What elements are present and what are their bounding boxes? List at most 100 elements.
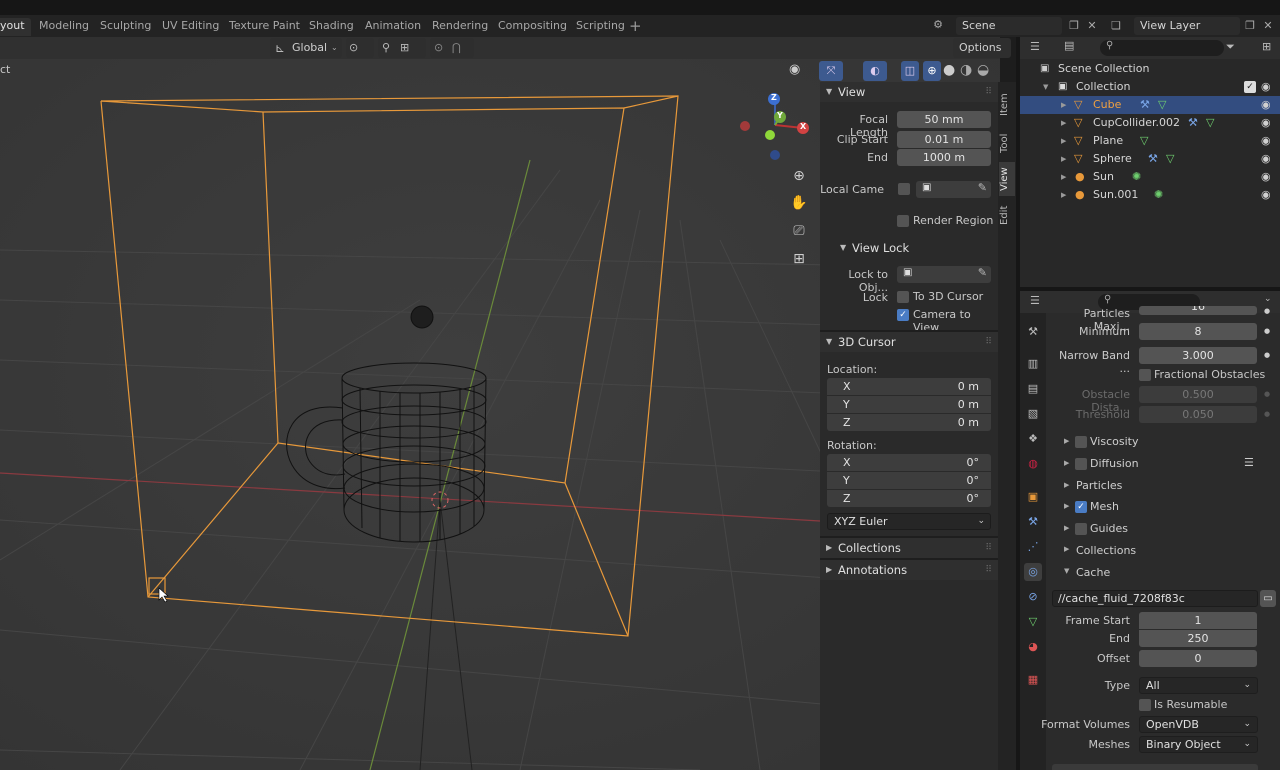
- physics-tab-icon[interactable]: ◎: [1024, 563, 1042, 581]
- particles-subpanel[interactable]: Particles: [1076, 479, 1122, 492]
- cursor-location-x[interactable]: X 0 m: [827, 378, 991, 395]
- overlay-toggle-icon[interactable]: ◐: [863, 61, 887, 81]
- chevron-right-icon[interactable]: ▶: [1061, 186, 1066, 204]
- material-tab-icon[interactable]: ◕: [1024, 638, 1042, 656]
- sun-light-data-icon[interactable]: ✺: [1132, 168, 1141, 186]
- mesh-data-icon[interactable]: ▽: [1166, 150, 1174, 168]
- eye-icon[interactable]: ◉: [1261, 150, 1271, 168]
- particles-tab-icon[interactable]: ⋰: [1024, 538, 1042, 556]
- eyedropper-icon[interactable]: ✎: [978, 266, 987, 279]
- chevron-right-icon[interactable]: ▶: [1064, 437, 1069, 445]
- modifier-wrench-icon[interactable]: ⚒: [1140, 96, 1150, 114]
- transform-orientation[interactable]: ⊾ Global ⌄: [270, 38, 342, 58]
- viscosity-checkbox[interactable]: [1075, 436, 1087, 448]
- bake-button-partial[interactable]: [1052, 764, 1258, 770]
- local-camera-checkbox[interactable]: [898, 183, 910, 195]
- eye-icon[interactable]: ◉: [1261, 168, 1271, 186]
- grip-icon[interactable]: ⠿: [985, 82, 992, 102]
- tab-modeling[interactable]: Modeling: [33, 18, 95, 36]
- obstacle-distance-field[interactable]: 0.500: [1139, 386, 1257, 403]
- frame-start-field[interactable]: 1: [1139, 612, 1257, 629]
- tab-animation[interactable]: Animation: [359, 18, 427, 36]
- mesh-data-icon[interactable]: ▽: [1158, 96, 1166, 114]
- constraints-tab-icon[interactable]: ⊘: [1024, 588, 1042, 606]
- filter-icon[interactable]: ⏷: [1226, 40, 1235, 54]
- material-shading-icon[interactable]: ◑: [960, 62, 972, 78]
- view-layer-selector[interactable]: View Layer: [1134, 17, 1240, 35]
- snap-controls[interactable]: ⚲ ⊞: [378, 38, 426, 58]
- eye-icon[interactable]: ◉: [1261, 78, 1271, 96]
- tab-uv-editing[interactable]: UV Editing: [156, 18, 225, 36]
- clip-start-field[interactable]: 0.01 m: [897, 131, 991, 148]
- outliner-search-input[interactable]: ⚲: [1100, 40, 1224, 56]
- chevron-down-icon[interactable]: ⌄: [1264, 294, 1272, 304]
- guides-checkbox[interactable]: [1075, 523, 1087, 535]
- outliner-item-sphere[interactable]: ▶ ▽ Sphere ⚒ ▽ ◉: [1020, 150, 1280, 168]
- cache-subpanel[interactable]: Cache: [1076, 566, 1110, 579]
- outliner-item-sun[interactable]: ▶ ● Sun ✺ ◉: [1020, 168, 1280, 186]
- lock-to-object-field[interactable]: ▣ ✎: [897, 266, 991, 283]
- meshes-format-dropdown[interactable]: Binary Object ⌄: [1139, 736, 1258, 753]
- exclude-checkbox[interactable]: ✓: [1244, 81, 1256, 93]
- minimum-field[interactable]: 8: [1139, 323, 1257, 340]
- tab-edit[interactable]: Edit: [999, 200, 1015, 230]
- tab-tool[interactable]: Tool: [999, 128, 1015, 158]
- pivot-point-dropdown[interactable]: ⊙: [346, 38, 374, 58]
- scene-icon[interactable]: ⚙: [930, 17, 946, 33]
- camera-to-view-checkbox[interactable]: ✓: [897, 309, 909, 321]
- grip-icon[interactable]: ⠿: [985, 332, 992, 352]
- collections-panel-header[interactable]: ▶ Collections ⠿: [820, 538, 998, 558]
- editor-type-icon[interactable]: ☰: [1030, 294, 1040, 307]
- modifier-wrench-icon[interactable]: ⚒: [1148, 150, 1158, 168]
- modifier-wrench-icon[interactable]: ⚒: [1188, 114, 1198, 132]
- chevron-right-icon[interactable]: ▶: [1061, 114, 1066, 132]
- outliner-collection[interactable]: ▼ ▣ Collection ✓ ◉: [1020, 78, 1280, 96]
- cursor-rotation-z[interactable]: Z 0°: [827, 490, 991, 507]
- keyframe-dot-icon[interactable]: ●: [1264, 327, 1270, 335]
- guides-subpanel[interactable]: Guides: [1090, 522, 1128, 535]
- chevron-right-icon[interactable]: ▶: [1064, 524, 1069, 532]
- keyframe-dot-icon[interactable]: ●: [1264, 410, 1270, 418]
- fractional-obstacles-checkbox[interactable]: [1139, 369, 1151, 381]
- chevron-right-icon[interactable]: ▶: [1061, 150, 1066, 168]
- gizmo-toggle-icon[interactable]: ⤧: [819, 61, 843, 81]
- close-icon[interactable]: ✕: [1260, 18, 1276, 34]
- frame-end-field[interactable]: 250: [1139, 630, 1257, 647]
- format-volumes-dropdown[interactable]: OpenVDB ⌄: [1139, 716, 1258, 733]
- tab-shading[interactable]: Shading: [303, 18, 360, 36]
- rendered-shading-icon[interactable]: ◒: [977, 62, 989, 78]
- keyframe-dot-icon[interactable]: ●: [1264, 390, 1270, 398]
- eye-icon[interactable]: ◉: [1261, 96, 1271, 114]
- new-collection-icon[interactable]: ⊞: [1262, 40, 1271, 53]
- presets-list-icon[interactable]: ☰: [1244, 456, 1254, 469]
- eye-icon[interactable]: ◉: [1261, 186, 1271, 204]
- add-workspace-button[interactable]: +: [629, 17, 642, 35]
- world-tab-icon[interactable]: ◍: [1024, 455, 1042, 473]
- collections-subpanel[interactable]: Collections: [1076, 544, 1136, 557]
- object-tab-icon[interactable]: ▣: [1024, 488, 1042, 506]
- cursor-location-y[interactable]: Y 0 m: [827, 396, 991, 413]
- 3d-cursor-panel-header[interactable]: ▼ 3D Cursor ⠿: [820, 332, 998, 352]
- solid-shading-icon[interactable]: ●: [943, 62, 955, 78]
- eye-icon[interactable]: ◉: [1261, 114, 1271, 132]
- scene-selector[interactable]: Scene: [956, 17, 1062, 35]
- grip-icon[interactable]: ⠿: [985, 538, 992, 558]
- zoom-icon[interactable]: ⊕: [788, 165, 810, 187]
- keyframe-dot-icon[interactable]: ●: [1264, 351, 1270, 359]
- view-layer-icon[interactable]: ❏: [1108, 18, 1124, 34]
- render-region-checkbox[interactable]: [897, 215, 909, 227]
- texture-tab-icon[interactable]: ▦: [1024, 671, 1042, 689]
- tab-sculpting[interactable]: Sculpting: [94, 18, 157, 36]
- is-resumable-checkbox[interactable]: [1139, 699, 1151, 711]
- chevron-right-icon[interactable]: ▶: [1064, 545, 1069, 553]
- pan-hand-icon[interactable]: ✋: [788, 192, 810, 214]
- rotation-mode-dropdown[interactable]: XYZ Euler ⌄: [827, 513, 991, 530]
- modifier-tab-icon[interactable]: ⚒: [1024, 513, 1042, 531]
- view-lock-subpanel-header[interactable]: ▼ View Lock: [820, 238, 998, 258]
- tab-item[interactable]: Item: [999, 86, 1015, 124]
- eyedropper-icon[interactable]: ✎: [978, 181, 987, 194]
- particles-max-field[interactable]: 16: [1139, 306, 1257, 315]
- sun-light-data-icon[interactable]: ✺: [1154, 186, 1163, 204]
- view-layer-tab-icon[interactable]: ▧: [1024, 405, 1042, 423]
- clip-end-field[interactable]: 1000 m: [897, 149, 991, 166]
